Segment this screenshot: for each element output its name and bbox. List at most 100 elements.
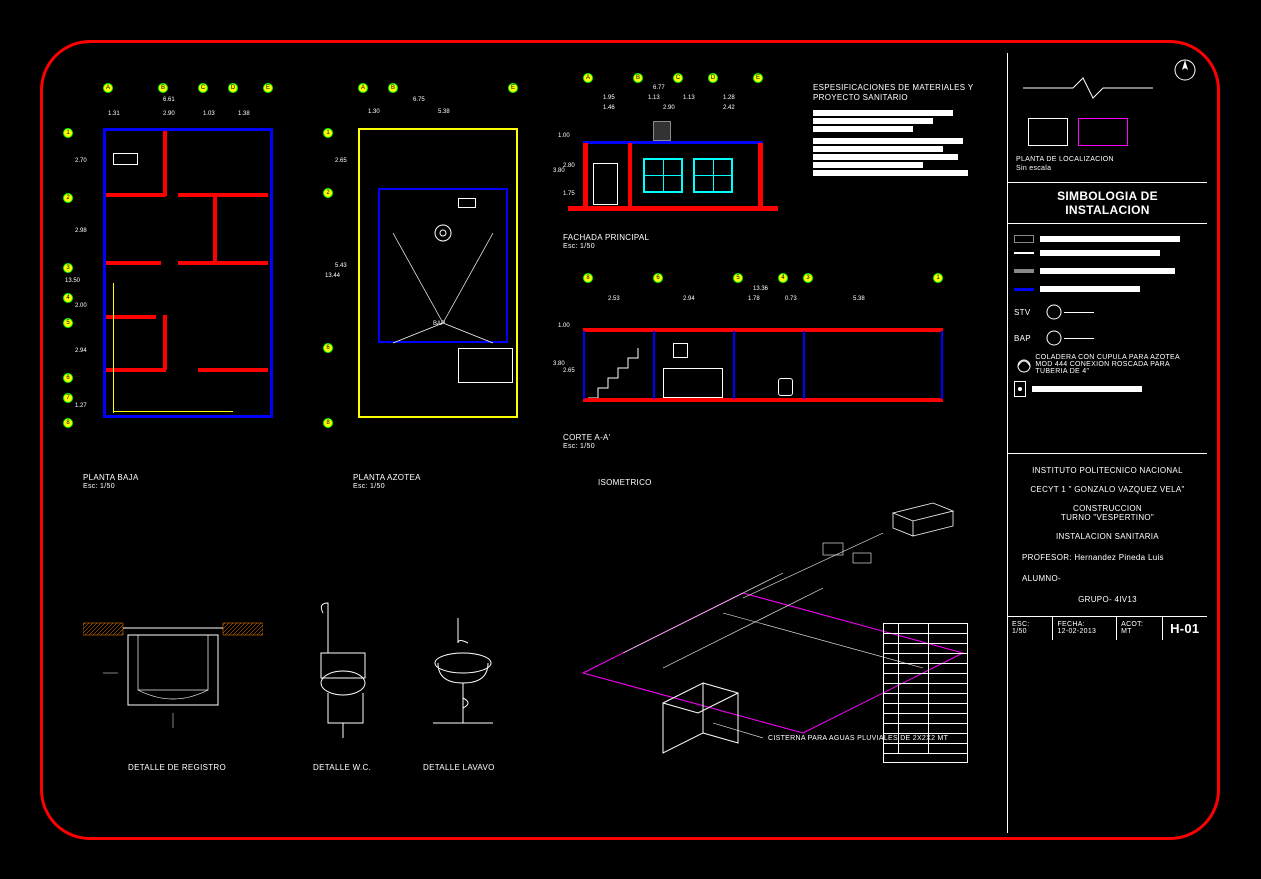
grid-marker: A [103,83,113,93]
dim: 5.38 [438,109,450,115]
planta-azotea-view: A B E 1 2 6 8 6.75 1.30 5.38 2.65 5.43 1… [323,83,523,463]
grid-marker: E [753,73,763,83]
dim: 1.95 [603,95,615,101]
dim: 5.43 [335,263,347,269]
coladera-icon [1014,354,1031,374]
location-label: PLANTA DE LOCALIZACION [1016,156,1114,163]
dim: 6.77 [653,85,665,91]
view-scale: Esc: 1/50 [563,443,595,450]
grid-marker: 7 [63,393,73,403]
prof-label: PROFESOR: [1022,553,1072,562]
planta-baja-view: A B C D E 1 2 3 4 5 6 7 8 6.61 1.31 2.90… [63,83,283,463]
dim: 5.38 [853,296,865,302]
dim: 1.78 [748,296,760,302]
view-title: FACHADA PRINCIPAL [563,233,649,242]
grid-marker: B [388,83,398,93]
dim: 2.00 [75,303,87,309]
grid-marker: 2 [63,193,73,203]
view-scale: Esc: 1/50 [563,243,595,250]
stair-icon [588,348,648,398]
units-label: ACOT: [1121,621,1157,628]
dim: 1.00 [558,133,570,139]
units-value: MT [1121,628,1157,635]
grid-marker: B [633,73,643,83]
institution: INSTITUTO POLITECNICO NACIONAL [1014,466,1201,475]
dim: 1.38 [238,111,250,117]
corte-view: 8 6 5 4 3 1 13.36 2.53 2.94 1.78 0.73 5.… [553,273,953,423]
dim: 1.75 [563,191,575,197]
bap-label: BAP [1014,334,1044,343]
dim: 2.42 [723,105,735,111]
view-title: DETALLE W.C. [313,763,371,772]
symbology-title: SIMBOLOGIA DE INSTALACION [1014,189,1201,217]
shift: TURNO "VESPERTINO" [1014,513,1201,522]
dim: 2.94 [75,348,87,354]
bap-label: BAP [433,321,445,327]
grid-marker: 1 [63,128,73,138]
group-label: GRUPO- [1078,595,1112,604]
dim: 1.27 [75,403,87,409]
view-title: ISOMETRICO [598,478,652,487]
dim: 1.13 [683,95,695,101]
grid-marker: 6 [323,343,333,353]
detalle-registro [83,593,263,743]
view-title: PLANTA BAJA [83,473,139,482]
drawing-frame: A B C D E 1 2 3 4 5 6 7 8 6.61 1.31 2.90… [40,40,1220,840]
grid-marker: E [508,83,518,93]
scale-value: 1/50 [1012,628,1048,635]
dim: 1.28 [723,95,735,101]
spec-title: ESPESIFICACIONES DE MATERIALES Y PROYECT… [813,83,993,102]
dim: 6.75 [413,97,425,103]
dim: 13.44 [325,273,340,279]
grid-marker: 8 [63,418,73,428]
dim: 2.65 [335,158,347,164]
grid-marker: E [263,83,273,93]
grid-marker: B [158,83,168,93]
view-scale: Esc: 1/50 [83,483,115,490]
sheet-number: H-01 [1170,621,1199,636]
group: 4IV13 [1114,595,1136,604]
dim: 1.03 [203,111,215,117]
view-title: CORTE A-A' [563,433,611,442]
view-title: PLANTA AZOTEA [353,473,421,482]
dim: 2.90 [663,105,675,111]
coladera-text: COLADERA CON CUPULA PARA AZOTEA [1035,354,1201,361]
dim: 13.36 [753,286,768,292]
dim: 0.73 [785,296,797,302]
program: CONSTRUCCION [1014,504,1201,513]
dim: 2.90 [163,111,175,117]
stv-label: STV [1014,308,1044,317]
grid-marker: 3 [803,273,813,283]
dim: 1.00 [558,323,570,329]
grid-marker: A [358,83,368,93]
dim: 2.80 [563,163,575,169]
grid-marker: 4 [63,293,73,303]
dim: 13.50 [65,278,80,284]
coladera-text2: MOD 444 CONEXION ROSCADA PARA TUBERIA DE… [1035,361,1201,375]
dim: 2.94 [683,296,695,302]
student-label: ALUMNO- [1014,574,1201,583]
view-scale: Esc: 1/50 [353,483,385,490]
grid-marker: A [583,73,593,83]
grid-marker: D [228,83,238,93]
bap-arrows [383,213,503,353]
lavabo-drawing [413,603,513,743]
view-title: DETALLE DE REGISTRO [128,763,226,772]
specs-block: ESPESIFICACIONES DE MATERIALES Y PROYECT… [813,83,993,178]
grid-marker: 1 [933,273,943,283]
grid-marker: C [198,83,208,93]
title-block: PLANTA DE LOCALIZACION Sin escala SIMBOL… [1007,53,1207,833]
grid-marker: 4 [778,273,788,283]
date-value: 12-02-2013 [1057,628,1112,635]
dim: 2.98 [75,228,87,234]
grid-marker: C [673,73,683,83]
location-scale: Sin escala [1016,165,1051,172]
date-label: FECHA: [1057,621,1112,628]
grid-marker: 6 [653,273,663,283]
grid-marker: 1 [323,128,333,138]
fachada-view: A B C D E 6.77 1.95 1.13 1.13 1.28 1.46 … [553,73,783,223]
detalle-lavabo [413,603,513,743]
grid-marker: 6 [63,373,73,383]
dim: 2.70 [75,158,87,164]
grid-marker: 5 [733,273,743,283]
